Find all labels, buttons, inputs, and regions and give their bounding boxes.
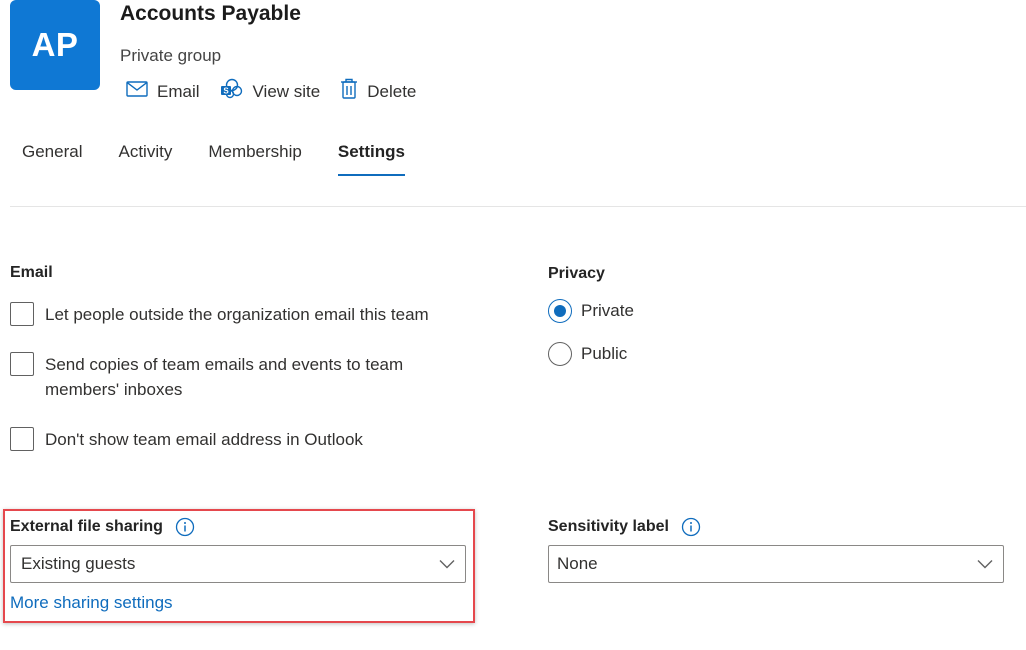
sensitivity-value: None — [557, 554, 598, 573]
email-option-row: Don't show team email address in Outlook — [10, 427, 480, 452]
more-sharing-settings-link[interactable]: More sharing settings — [10, 593, 173, 613]
tab-bar: General Activity Membership Settings — [22, 142, 441, 176]
external-sharing-heading: External file sharing — [10, 517, 195, 537]
tab-settings[interactable]: Settings — [337, 142, 406, 176]
public-radio[interactable] — [548, 342, 572, 366]
group-avatar: AP — [10, 0, 100, 90]
email-option-row: Let people outside the organization emai… — [10, 302, 480, 327]
info-icon[interactable] — [175, 517, 195, 537]
email-section-heading: Email — [10, 264, 53, 281]
view-site-label: View site — [252, 81, 321, 101]
mail-icon — [126, 81, 157, 102]
trash-icon — [340, 78, 367, 105]
privacy-public-option[interactable]: Public — [548, 342, 627, 366]
sensitivity-heading: Sensitivity label — [548, 517, 701, 537]
group-type: Private group — [120, 46, 222, 65]
chevron-down-icon — [439, 554, 455, 574]
tab-activity[interactable]: Activity — [118, 142, 172, 176]
group-actions: Email S View site Delete — [126, 78, 436, 105]
send-copies-checkbox[interactable] — [10, 352, 34, 376]
sensitivity-dropdown[interactable]: None — [548, 545, 1004, 583]
delete-button[interactable]: Delete — [340, 78, 416, 105]
info-icon[interactable] — [681, 517, 701, 537]
privacy-private-option[interactable]: Private — [548, 299, 634, 323]
public-radio-label: Public — [581, 344, 628, 363]
delete-label: Delete — [367, 81, 417, 101]
svg-text:S: S — [223, 87, 229, 96]
group-name: Accounts Payable — [120, 2, 301, 25]
tab-membership[interactable]: Membership — [208, 142, 302, 176]
outside-email-label: Let people outside the organization emai… — [45, 305, 429, 324]
email-action-label: Email — [157, 81, 200, 101]
chevron-down-icon — [977, 554, 993, 574]
tab-general[interactable]: General — [22, 142, 82, 176]
sensitivity-heading-text: Sensitivity label — [548, 518, 669, 536]
external-sharing-value: Existing guests — [21, 554, 136, 573]
sharepoint-icon: S — [220, 78, 253, 105]
private-radio[interactable] — [548, 299, 572, 323]
email-action-button[interactable]: Email — [126, 81, 200, 102]
hide-address-label: Don't show team email address in Outlook — [45, 430, 363, 449]
tab-divider — [10, 206, 1026, 207]
outside-email-checkbox[interactable] — [10, 302, 34, 326]
hide-address-checkbox[interactable] — [10, 427, 34, 451]
external-sharing-heading-text: External file sharing — [10, 518, 163, 536]
privacy-section-heading: Privacy — [548, 265, 605, 282]
external-sharing-dropdown[interactable]: Existing guests — [10, 545, 466, 583]
view-site-button[interactable]: S View site — [220, 78, 321, 105]
send-copies-label: Send copies of team emails and events to… — [45, 355, 404, 399]
private-radio-label: Private — [581, 301, 634, 320]
email-option-row: Send copies of team emails and events to… — [10, 352, 430, 402]
